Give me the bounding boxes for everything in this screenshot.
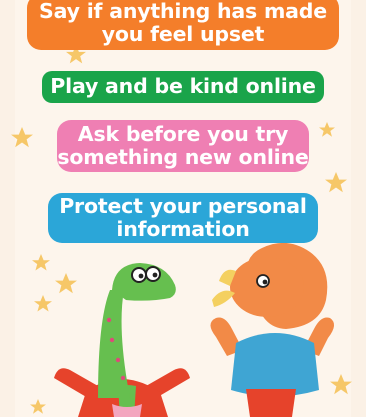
rule-text: Play and be kind online (50, 74, 316, 98)
star-icon (34, 295, 52, 312)
star-icon (30, 399, 46, 414)
star-icon (330, 374, 352, 395)
illustration: Say if anything has made you feel upset … (0, 0, 366, 417)
rule-banner: Say if anything has made you feel upset (27, 0, 339, 50)
dinosaur-character (54, 263, 190, 417)
star-icon (325, 172, 347, 193)
rule-text: Ask before you try (77, 122, 289, 146)
rule-text: information (116, 217, 250, 241)
star-icon (319, 122, 335, 137)
rule-text: you feel upset (101, 22, 265, 46)
rule-text: Protect your personal (59, 194, 307, 218)
star-icon (32, 254, 50, 271)
star-icon (55, 273, 77, 294)
rule-banner: Protect your personal information (48, 193, 318, 243)
star-icon (11, 127, 33, 148)
rule-banner: Play and be kind online (42, 71, 324, 103)
rule-banner: Ask before you try something new online (57, 120, 309, 172)
triceratops-character (210, 242, 335, 417)
rule-text: something new online (57, 145, 309, 169)
rule-text: Say if anything has made (39, 0, 327, 23)
